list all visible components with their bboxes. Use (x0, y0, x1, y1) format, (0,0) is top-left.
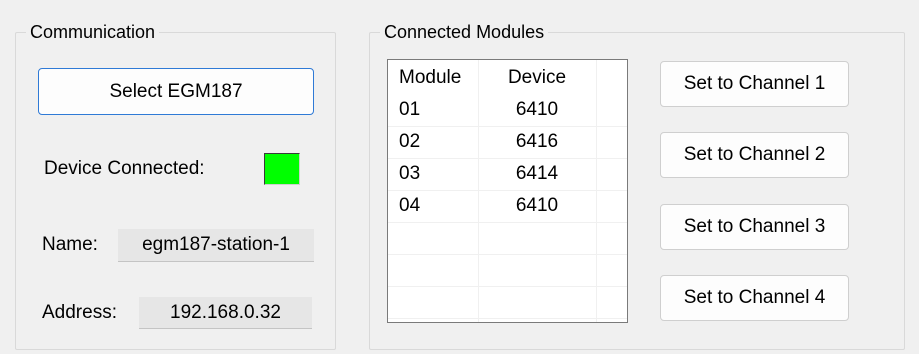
device-connected-indicator (264, 153, 300, 185)
module-cell: 02 (399, 131, 421, 152)
device-cell: 6416 (515, 131, 559, 152)
column-header-device[interactable]: Device (478, 62, 596, 94)
connected-modules-title: Connected Modules (380, 22, 549, 42)
column-header-module[interactable]: Module (399, 62, 479, 94)
module-cell: 04 (399, 195, 421, 216)
module-cell: 01 (399, 99, 421, 120)
set-channel-1-button[interactable]: Set to Channel 1 (660, 61, 849, 107)
table-row[interactable]: 03 6414 (388, 158, 627, 191)
table-row-empty (388, 254, 627, 287)
select-egm187-button[interactable]: Select EGM187 (38, 68, 314, 115)
table-row[interactable]: 01 6410 (388, 94, 627, 127)
communication-title: Communication (26, 22, 160, 42)
table-row-empty (388, 222, 627, 255)
name-label: Name: (42, 234, 98, 255)
table-header: Module Device (388, 62, 627, 94)
table-row-empty (388, 286, 627, 319)
set-channel-3-button[interactable]: Set to Channel 3 (660, 204, 849, 250)
device-cell: 6410 (515, 99, 559, 120)
name-value: egm187-station-1 (118, 229, 314, 262)
address-label: Address: (42, 302, 117, 323)
device-connected-label: Device Connected: (44, 158, 205, 179)
module-cell: 03 (399, 163, 421, 184)
set-channel-4-button[interactable]: Set to Channel 4 (660, 275, 849, 321)
table-row[interactable]: 02 6416 (388, 126, 627, 159)
device-cell: 6410 (515, 195, 559, 216)
address-value: 192.168.0.32 (139, 297, 312, 329)
set-channel-2-button[interactable]: Set to Channel 2 (660, 132, 849, 178)
device-cell: 6414 (515, 163, 559, 184)
table-row[interactable]: 04 6410 (388, 190, 627, 223)
modules-table[interactable]: Module Device 01 6410 02 6416 03 6414 04… (387, 59, 628, 323)
